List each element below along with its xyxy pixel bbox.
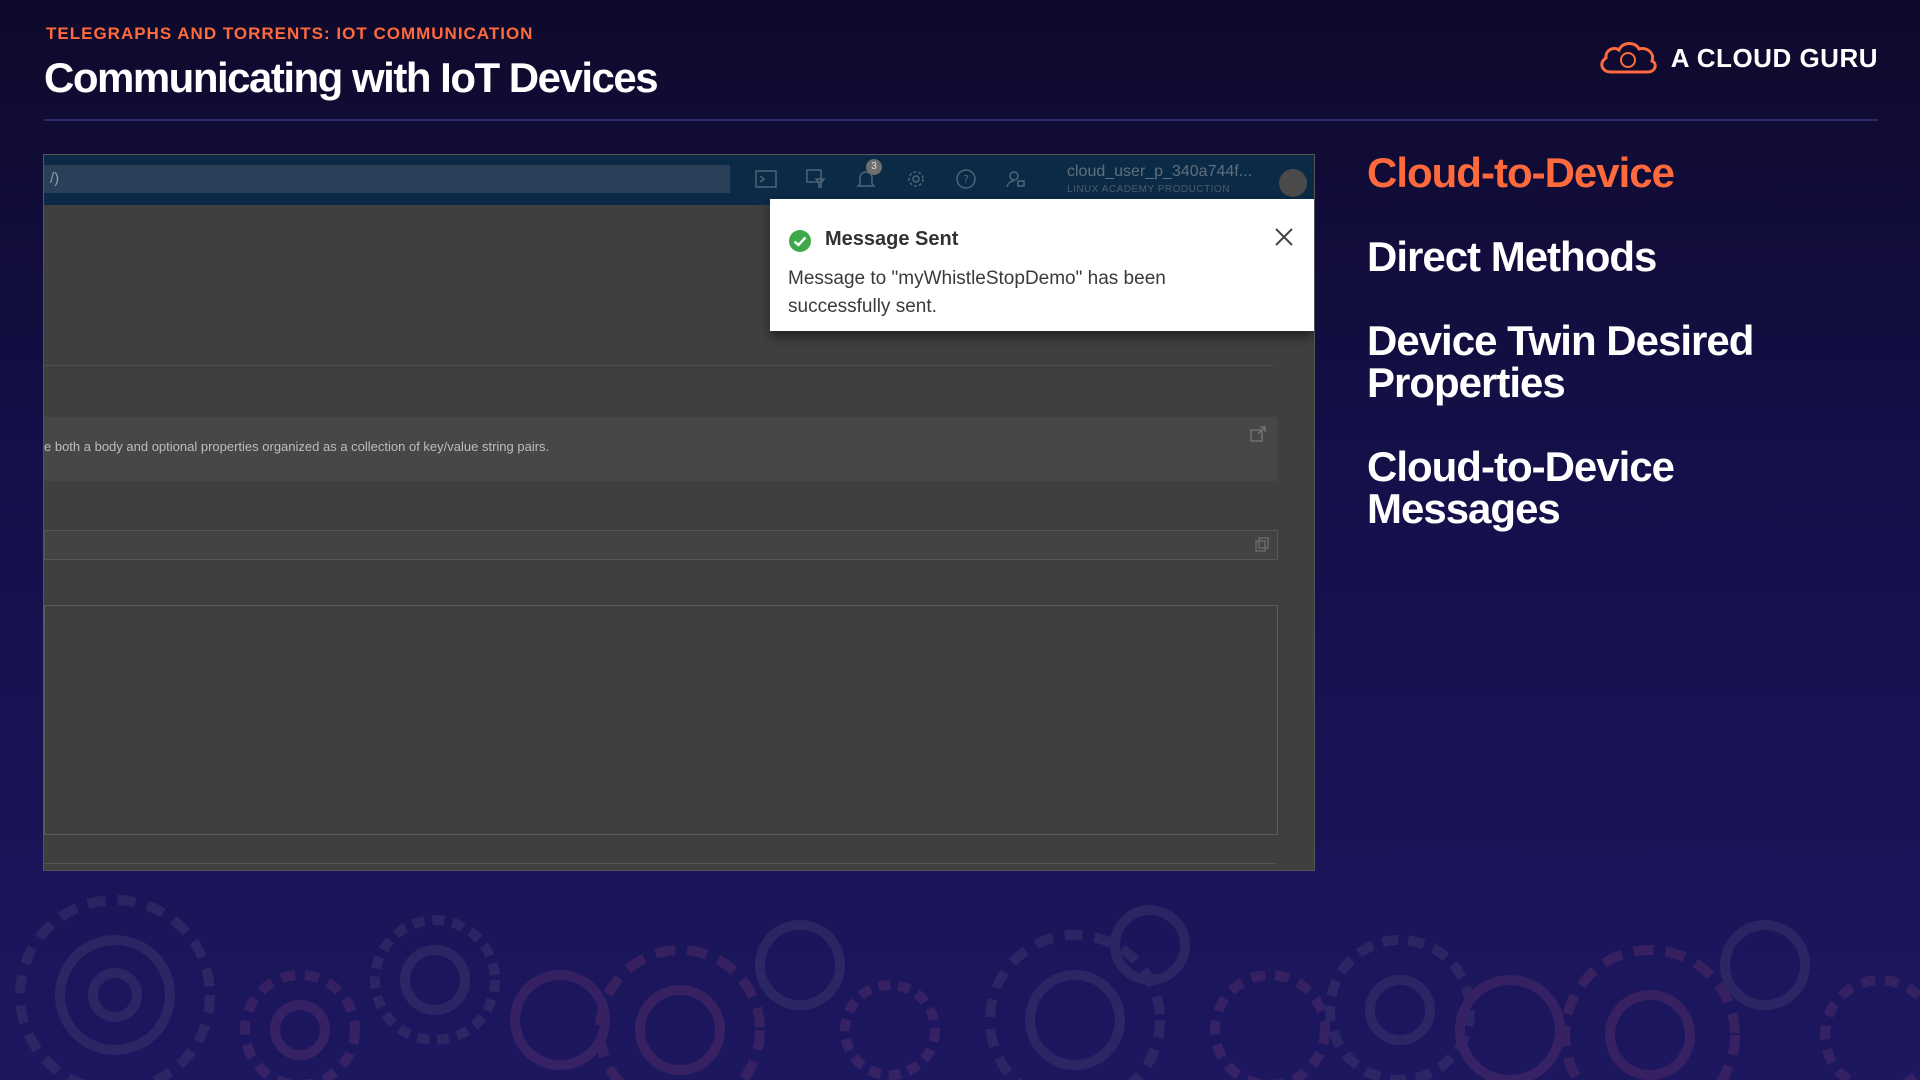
portal-screenshot: /) 3 ? cloud_user_p_340a744f... LINUX AC… (43, 154, 1315, 871)
directory-filter-icon[interactable] (804, 167, 828, 191)
brand: A CLOUD GURU (1597, 38, 1878, 78)
settings-gear-icon[interactable] (904, 167, 928, 191)
header-divider (44, 119, 1878, 121)
notifications-icon[interactable]: 3 (854, 159, 882, 191)
brand-name: A CLOUD GURU (1670, 42, 1878, 73)
search-input[interactable]: /) (44, 165, 730, 193)
success-check-icon (789, 230, 811, 252)
topic-list: Cloud-to-Device Direct Methods Device Tw… (1367, 152, 1867, 572)
svg-text:?: ? (963, 173, 969, 186)
message-sent-toast: Message Sent Message to "myWhistleStopDe… (770, 199, 1314, 331)
cloud-shell-icon[interactable] (754, 167, 778, 191)
slide-eyebrow: TELEGRAPHS AND TORRENTS: IOT COMMUNICATI… (46, 24, 534, 43)
avatar[interactable] (1279, 169, 1307, 197)
topbar-icons: 3 ? (754, 159, 1028, 191)
topic-item: Cloud-to-Device Messages (1367, 443, 1675, 532)
notification-count: 3 (866, 159, 882, 175)
user-org: LINUX ACADEMY PRODUCTION (1067, 184, 1230, 195)
bottom-divider (44, 863, 1276, 864)
message-body-textarea[interactable] (44, 605, 1278, 835)
external-link-icon[interactable] (1249, 425, 1267, 443)
toast-title: Message Sent (825, 228, 959, 250)
value-field[interactable] (44, 530, 1278, 560)
info-box: e both a body and optional properties or… (44, 417, 1277, 481)
section-divider (44, 365, 1274, 366)
topic-item: Device Twin Desired Properties (1367, 317, 1754, 406)
cloud-logo-icon (1600, 42, 1657, 74)
help-icon[interactable]: ? (954, 167, 978, 191)
close-icon[interactable] (1272, 225, 1296, 249)
copy-icon[interactable] (1253, 536, 1271, 554)
info-text: e both a body and optional properties or… (44, 439, 550, 454)
user-account[interactable]: cloud_user_p_340a744f... LINUX ACADEMY P… (1067, 163, 1252, 199)
feedback-icon[interactable] (1004, 167, 1028, 191)
topic-item: Cloud-to-Device (1367, 149, 1675, 196)
toast-message: Message to "myWhistleStopDemo" has been … (788, 268, 1166, 317)
portal-topbar: /) 3 ? cloud_user_p_340a744f... LINUX AC… (44, 155, 1314, 205)
slide-title: Communicating with IoT Devices (44, 54, 659, 101)
gears-decoration (15, 895, 1920, 1080)
user-name: cloud_user_p_340a744f... (1067, 163, 1253, 180)
topic-item: Direct Methods (1367, 233, 1657, 280)
